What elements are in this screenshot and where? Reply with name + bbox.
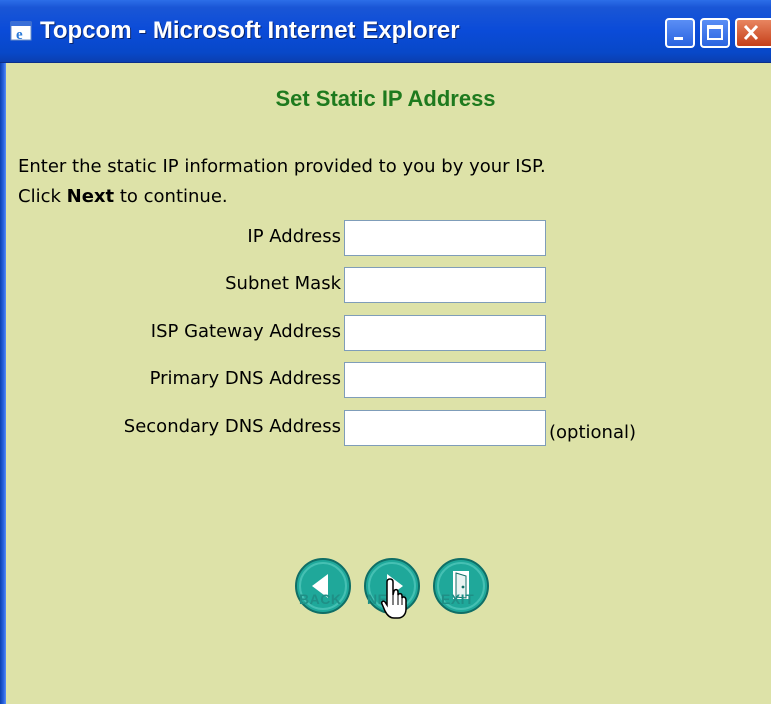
window-title: Topcom - Microsoft Internet Explorer [40,17,460,44]
subnet-mask-row: Subnet Mask [0,267,771,303]
gateway-address-label: ISP Gateway Address [150,321,341,342]
ip-address-row: IP Address [0,220,771,256]
maximize-button[interactable] [700,18,730,48]
primary-dns-label: Primary DNS Address [149,368,341,389]
instruction-line-2: Click Next to continue. [18,182,546,212]
optional-note: (optional) [549,422,636,443]
secondary-dns-row: Secondary DNS Address (optional) [0,410,771,446]
instruction-text: Enter the static IP information provided… [18,152,546,212]
ip-address-input[interactable] [344,220,546,256]
next-label: NEXT [367,591,407,607]
primary-dns-row: Primary DNS Address [0,362,771,398]
gateway-address-input[interactable] [344,315,546,351]
ip-address-label: IP Address [247,226,341,247]
exit-label: EXIT [441,591,475,607]
close-icon [743,24,759,41]
close-button[interactable] [735,18,771,48]
back-label: BACK [299,591,342,607]
minimize-icon [674,37,683,40]
secondary-dns-label: Secondary DNS Address [123,416,341,437]
primary-dns-input[interactable] [344,362,546,398]
minimize-button[interactable] [665,18,695,48]
page-title: Set Static IP Address [275,86,496,111]
instruction-next-word: Next [66,186,115,207]
instruction-line-1: Enter the static IP information provided… [18,156,546,177]
svg-text:e: e [16,27,23,43]
window-titlebar: e Topcom - Microsoft Internet Explorer [0,0,771,63]
maximize-icon [707,25,723,40]
instruction-prefix: Click [18,186,67,207]
subnet-mask-input[interactable] [344,267,546,303]
gateway-address-row: ISP Gateway Address [0,315,771,351]
secondary-dns-input[interactable] [344,410,546,446]
ie-icon: e [10,21,32,43]
subnet-mask-label: Subnet Mask [225,273,341,294]
instruction-suffix: to continue. [114,186,228,207]
